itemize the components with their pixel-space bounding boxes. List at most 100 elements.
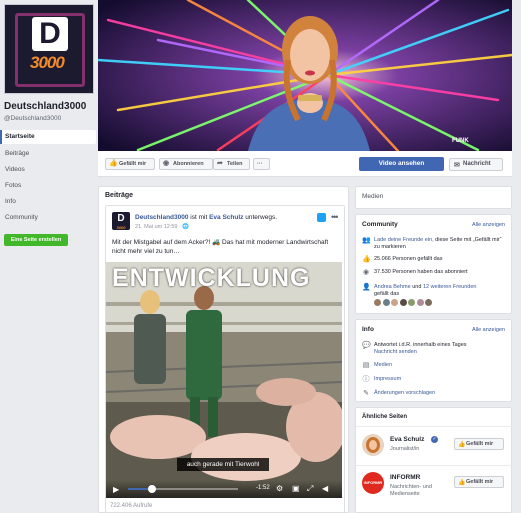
community-invite-row: 👥 Lade deine Freunde ein, diese Seite mi… [362,237,508,253]
follow-button[interactable]: ◉ Abonnieren [159,158,213,170]
friends-and-text: und [412,284,422,290]
twitter-icon[interactable] [317,213,326,222]
category-link[interactable]: Medien [374,362,508,369]
info-card: Info Alle anzeigen 💬 Antwortet i.d.R. in… [355,319,512,402]
message-button[interactable]: ✉ Nachricht [449,158,503,171]
friend-link[interactable]: Andrea Behme [374,284,411,290]
hd-icon[interactable]: ▣ [292,484,300,493]
post-author-link[interactable]: Deutschland3000 [135,214,188,221]
message-label: Nachricht [463,161,491,167]
info-icon: ⓘ [362,376,370,383]
friend-avatar[interactable] [374,299,381,306]
info-see-all-link[interactable]: Alle anzeigen [472,327,505,333]
similar-page-like-button[interactable]: 👍 Gefällt mir [454,438,504,450]
logo-letter: D [32,17,68,51]
community-card: Community Alle anzeigen 👥 Lade deine Fre… [355,214,512,314]
video-views: 722.406 Aufrufe [110,503,153,509]
cover-photo[interactable]: FUNK [98,0,512,151]
page-handle[interactable]: @Deutschland3000 [4,115,61,122]
like-page-button[interactable]: 👍 Gefällt mir [105,158,155,170]
follows-count-text: 37.530 Personen haben das abonniert [374,269,468,275]
more-friends-link[interactable]: 12 weiteren Freunden [423,284,477,290]
page-profile-picture[interactable]: D 3000 [4,4,94,94]
similar-page-name[interactable]: Eva Schulz [390,436,424,443]
invite-icon: 👥 [362,237,371,244]
watch-video-button[interactable]: Video ansehen [359,157,444,171]
video-time: -1:52 [256,485,270,491]
suggest-edits-link[interactable]: Änderungen vorschlagen [374,390,508,397]
thumbs-up-icon: 👍 [362,256,371,263]
share-icon: ➦ [217,160,223,167]
logo-number: 3000 [30,53,65,72]
verified-icon: ✓ [431,436,438,443]
medien-card: Medien [355,186,512,209]
informr-logo-text: INFORMR [363,480,383,485]
similar-page-like-button[interactable]: 👍 Gefällt mir [454,476,504,488]
video-controls: ▶ -1:52 ⚙ ▣ ⤢ ◀ [106,480,342,498]
post-with-text: ist mit [190,214,208,221]
video-progress-handle[interactable] [148,485,157,493]
play-icon[interactable]: ▶ [113,485,119,494]
similar-pages-card: Ähnliche Seiten Eva Schulz ✓ Journalist/… [355,407,513,513]
friend-avatar[interactable] [399,299,407,306]
info-response-row: 💬 Antwortet i.d.R. innerhalb eines Tages… [362,342,508,358]
message-icon: ✉ [454,162,460,169]
nav-videos[interactable]: Videos [0,163,96,177]
rss-icon: ◉ [362,269,370,276]
send-message-link[interactable]: Nachricht senden [374,349,417,355]
thumbs-up-icon: 👍 [458,442,466,448]
post-tagged-person[interactable]: Eva Schulz [209,214,243,221]
friends-icon: 👤 [362,284,371,291]
fullscreen-icon[interactable]: ⤢ [307,484,313,494]
pencil-icon: ✎ [363,390,369,397]
volume-icon[interactable]: ◀ [322,484,328,493]
post-date[interactable]: 21. Mai um 12:59 · 🌐 [135,224,189,230]
friend-avatar[interactable] [382,299,390,306]
community-friends-row: 👤 Andrea Behme und 12 weiteren Freunden g… [362,284,508,308]
invite-friends-link[interactable]: Lade deine Freunde ein, [374,237,434,243]
nav-startseite[interactable]: Startseite [0,130,96,144]
post-author-avatar[interactable]: D 3000 [112,212,130,230]
nav-info[interactable]: Info [0,195,96,209]
page-name[interactable]: Deutschland3000 [4,101,86,112]
impressum-link[interactable]: Impressum [374,376,508,383]
post-options-icon[interactable]: ••• [331,212,339,222]
video-progress-track[interactable] [128,485,238,493]
friend-avatar[interactable] [425,299,433,306]
thumbs-up-icon: 👍 [458,480,466,486]
nav-beitraege[interactable]: Beiträge [0,147,96,161]
friend-avatar[interactable] [416,299,424,306]
thumbs-up-icon: 👍 [109,160,118,167]
nav-fotos[interactable]: Fotos [0,179,96,193]
tag-icon: ▤ [362,362,370,369]
similar-pages-heading: Ähnliche Seiten [362,414,408,420]
chat-bubble-icon: 💬 [362,342,371,349]
similar-page-avatar[interactable] [362,434,384,456]
video-headline: ENTWICKLUNG [112,264,311,292]
community-see-all-link[interactable]: Alle anzeigen [472,222,505,228]
post-suffix: unterwegs. [245,214,278,221]
similar-page-category: Nachrichten- und Medienseite [390,484,432,497]
post-text: Mit der Mistgabel auf dem Acker?! 🚜 Das … [112,239,329,255]
friend-avatar[interactable] [408,299,416,306]
medien-heading: Medien [362,193,384,200]
likes-count-text: 25.066 Personen gefällt das [374,256,443,262]
response-time-text: Antwortet i.d.R. innerhalb eines Tages [374,342,467,348]
friends-rest-text: gefällt das [374,291,400,297]
more-actions-button[interactable]: ··· [253,158,270,170]
posts-heading: Beiträge [105,192,134,199]
create-page-button[interactable]: Eine Seite erstellen [4,234,68,246]
similar-page-name[interactable]: INFORMR [390,474,420,481]
nav-community[interactable]: Community [0,211,96,225]
like-label: Gefällt mir [466,441,494,447]
rss-icon: ◉ [163,160,170,167]
friend-avatar[interactable] [391,299,399,306]
settings-icon[interactable]: ⚙ [276,484,283,493]
follow-label: Abonnieren [173,161,204,167]
share-button[interactable]: ➦ Teilen [213,158,250,170]
info-heading: Info [362,326,374,333]
divider [356,426,513,427]
divider [356,465,513,466]
similar-page-avatar[interactable]: INFORMR [362,472,384,494]
share-label: Teilen [227,161,243,167]
